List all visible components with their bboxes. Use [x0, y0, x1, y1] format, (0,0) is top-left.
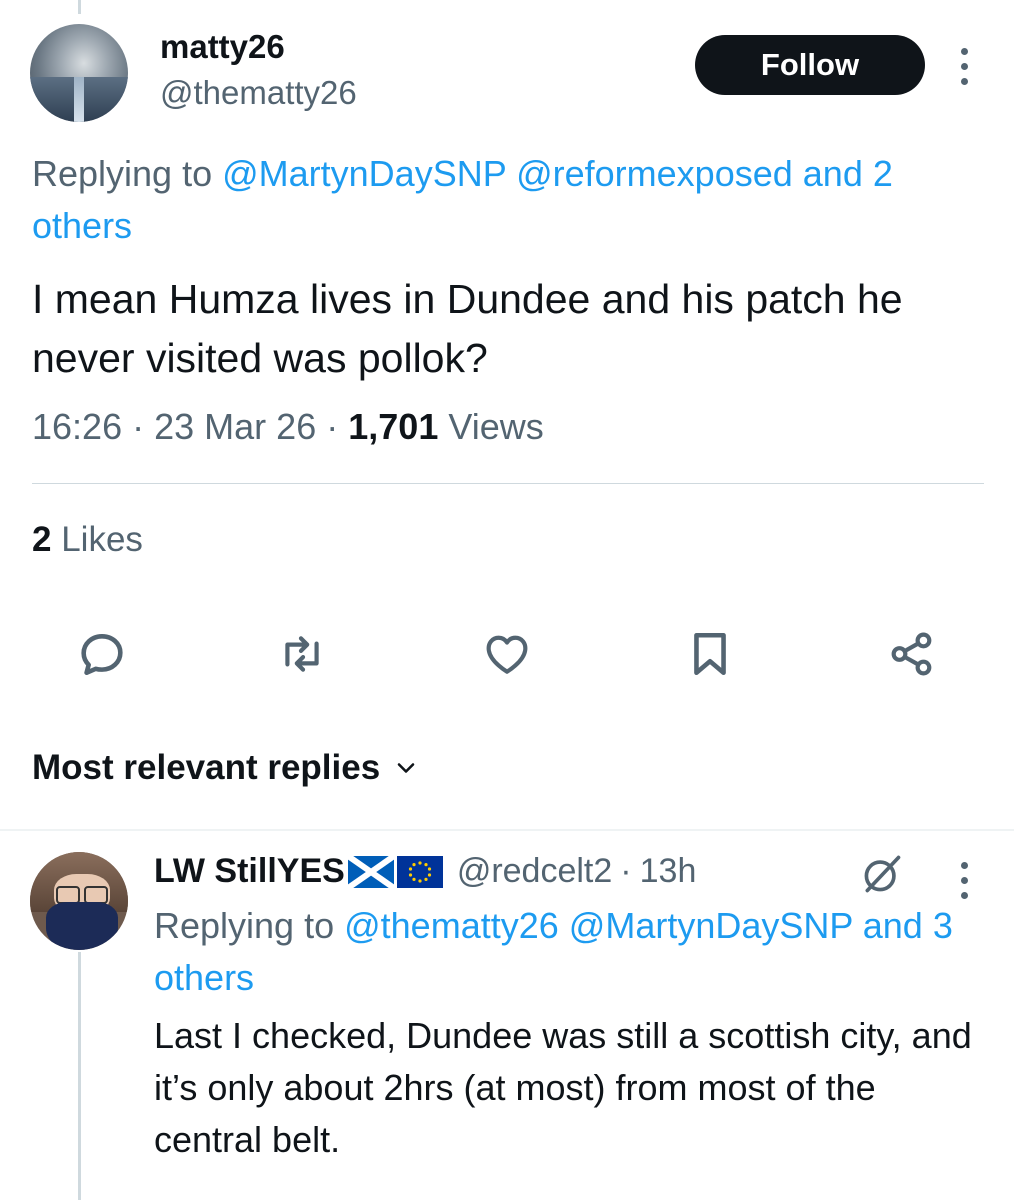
avatar-mask — [46, 902, 118, 950]
share-button[interactable] — [882, 624, 942, 684]
bookmark-icon — [694, 632, 726, 676]
reply-button[interactable] — [72, 624, 132, 684]
likes-label: Likes — [61, 520, 143, 559]
views-label: Views — [448, 406, 544, 447]
bookmark-button[interactable] — [680, 624, 740, 684]
chevron-down-icon — [397, 763, 415, 773]
sort-replies-dropdown[interactable]: Most relevant replies — [32, 748, 418, 788]
reply-replying-to: Replying to @thematty26 @MartynDaySNP an… — [154, 900, 954, 1004]
tweet-time[interactable]: 16:26 — [32, 406, 122, 447]
reply-icon — [81, 634, 123, 676]
grok-icon[interactable] — [860, 852, 904, 896]
section-divider — [0, 829, 1014, 831]
more-options-icon[interactable] — [959, 48, 969, 85]
eu-flag-icon — [396, 855, 443, 888]
like-icon — [486, 635, 528, 674]
follow-button[interactable]: Follow — [695, 35, 925, 95]
tweet-meta: 16:26 · 23 Mar 26 · 1,701 Views — [32, 406, 544, 448]
likes-count: 2 — [32, 520, 52, 559]
divider — [32, 483, 984, 484]
reply-handle[interactable]: @redcelt2 — [457, 852, 612, 891]
likes-stat[interactable]: 2 Likes — [32, 520, 143, 560]
mention-link[interactable]: @MartynDaySNP — [569, 905, 853, 946]
replying-to: Replying to @MartynDaySNP @reformexposed… — [32, 148, 992, 252]
sort-label: Most relevant replies — [32, 748, 381, 787]
mention-link[interactable]: @MartynDaySNP — [222, 153, 506, 194]
reply-text: Last I checked, Dundee was still a scott… — [154, 1015, 972, 1160]
mention-link[interactable]: @reformexposed — [516, 153, 793, 194]
separator: · — [620, 852, 632, 890]
avatar-wake — [74, 76, 84, 122]
thread-line-top — [78, 0, 81, 14]
like-button[interactable] — [477, 624, 537, 684]
reply-more-options-icon[interactable] — [959, 862, 969, 899]
author-display-name[interactable]: matty26 — [160, 28, 285, 66]
separator: · — [132, 406, 145, 447]
scotland-flag-icon — [346, 853, 396, 890]
retweet-button[interactable] — [272, 624, 332, 684]
views-count: 1,701 — [348, 406, 439, 447]
replying-prefix: Replying to — [154, 905, 345, 946]
reply-avatar[interactable] — [30, 852, 128, 950]
reply-header: LW StillYES @redcelt2 · 13h — [154, 852, 696, 891]
avatar[interactable] — [30, 24, 128, 122]
replying-prefix: Replying to — [32, 153, 223, 194]
reply-display-name[interactable]: LW StillYES — [154, 852, 345, 891]
reply-time[interactable]: 13h — [640, 852, 697, 891]
thread-line — [78, 952, 81, 1200]
retweet-icon — [285, 636, 319, 672]
separator: · — [326, 406, 339, 447]
tweet-date[interactable]: 23 Mar 26 — [154, 406, 316, 447]
tweet-text: I mean Humza lives in Dundee and his pat… — [32, 276, 903, 381]
mention-link[interactable]: @thematty26 — [344, 905, 559, 946]
author-handle[interactable]: @thematty26 — [160, 74, 357, 112]
share-icon — [891, 632, 932, 676]
